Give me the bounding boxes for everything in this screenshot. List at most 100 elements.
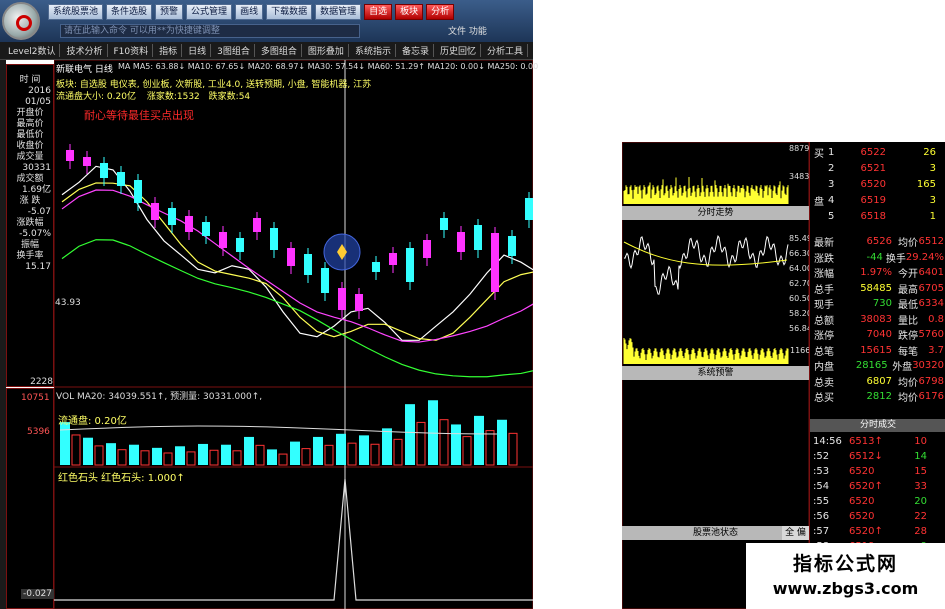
toolbar-button-5[interactable]: 下载数据 bbox=[266, 4, 313, 20]
toolbar-red-button-2[interactable]: 分析 bbox=[426, 4, 455, 20]
stat-key2: 最低 bbox=[898, 300, 918, 311]
volume-bar-red bbox=[347, 442, 357, 466]
candle-body bbox=[474, 225, 482, 250]
stat-key2: 今开 bbox=[898, 269, 918, 280]
volume-bar-red bbox=[462, 436, 472, 466]
side-label-0: 开盘价 bbox=[16, 108, 44, 118]
side-value-7: -5.07% bbox=[19, 229, 51, 239]
buy-row[interactable]: 3 6520 165 bbox=[814, 177, 944, 192]
tick-qty: 28 bbox=[914, 526, 927, 537]
stat-key: 涨幅 bbox=[814, 269, 834, 280]
tick-price: 6513↑ bbox=[849, 436, 883, 447]
stat-row: 总手 58485 最高 6705 bbox=[814, 281, 944, 296]
status-toggle[interactable]: 全 偏 bbox=[782, 526, 809, 540]
subbar-item-5[interactable]: 3图组合 bbox=[213, 44, 255, 57]
volume-bar-red bbox=[370, 443, 380, 466]
stat-value: 2812 bbox=[866, 391, 892, 402]
volume-bar bbox=[497, 419, 507, 465]
candle-body bbox=[83, 157, 91, 166]
side-value-6: -5.07 bbox=[27, 207, 51, 217]
indicator-line bbox=[54, 478, 533, 601]
subbar-item-10[interactable]: 历史回忆 bbox=[436, 44, 481, 57]
stat-row: 内盘 28165 外盘 30320 bbox=[814, 358, 944, 373]
menu-file-func[interactable]: 文件 功能 bbox=[448, 24, 487, 37]
stat-value: 15615 bbox=[860, 344, 892, 356]
toolbar-button-6[interactable]: 数据管理 bbox=[315, 4, 362, 20]
subbar-item-11[interactable]: 分析工具 bbox=[483, 44, 528, 57]
stat-key2: 每笔 bbox=[898, 346, 918, 358]
date-day: 01/05 bbox=[25, 97, 51, 107]
volume-bar-red bbox=[71, 434, 81, 466]
stat-key: 总笔 bbox=[814, 346, 834, 358]
analysis-toolbar: Level2数认 技术分析 F10资料 指标 日线 3图组合 多图组合 图形叠加 系统指示 备忘录… bbox=[0, 42, 533, 60]
stat-value2: 6334 bbox=[918, 298, 944, 309]
candle-body bbox=[202, 222, 210, 236]
time-label: 时 间 bbox=[19, 75, 41, 85]
subbar-item-8[interactable]: 系统指示 bbox=[351, 44, 396, 57]
candle-body bbox=[304, 254, 312, 275]
volume-axis-panel: 10751 5396 -0.027 bbox=[6, 388, 55, 609]
intraday-trend-tab[interactable]: 分时走势 bbox=[622, 206, 809, 220]
buy-row[interactable]: 5 6518 1 bbox=[814, 209, 944, 224]
stat-key2: 均价 bbox=[898, 238, 918, 249]
buy-row[interactable]: 买 1 6522 26 bbox=[814, 145, 944, 160]
command-input[interactable]: 请在此输入命令 可以用**为快捷键调整 bbox=[60, 24, 360, 38]
side-label-3: 收盘价 bbox=[16, 141, 44, 151]
buy-qty: 3 bbox=[929, 163, 936, 174]
subbar-item-2[interactable]: F10资料 bbox=[110, 44, 154, 57]
buy-price: 6522 bbox=[860, 147, 886, 158]
subbar-item-7[interactable]: 图形叠加 bbox=[304, 44, 349, 57]
stat-row: 涨跌 -44 换手 29.24% bbox=[814, 250, 944, 265]
kline-chart-area[interactable]: 新联电气 日线 MA MA5: 63.88↓ MA10: 67.65↓ MA20… bbox=[53, 59, 584, 609]
stat-row: 总笔 15615 每笔 3.7 bbox=[814, 343, 944, 358]
toolbar-button-4[interactable]: 画线 bbox=[235, 4, 264, 20]
subbar-item-12[interactable]: 闪 bbox=[530, 44, 533, 57]
candle-body bbox=[355, 294, 363, 311]
toolbar-button-1[interactable]: 条件选股 bbox=[106, 4, 153, 20]
side-label-9: 换手率 bbox=[16, 251, 44, 261]
candle-body bbox=[100, 163, 108, 178]
buy-row[interactable]: 盘 4 6519 3 bbox=[814, 193, 944, 208]
subbar-item-4[interactable]: 日线 bbox=[184, 44, 212, 57]
toolbar-button-0[interactable]: 系统股票池 bbox=[48, 4, 104, 20]
subbar-item-1[interactable]: 技术分析 bbox=[62, 44, 108, 57]
volume-bar bbox=[60, 422, 70, 465]
subbar-item-9[interactable]: 备忘录 bbox=[398, 44, 434, 57]
buy-row[interactable]: 2 6521 3 bbox=[814, 161, 944, 176]
volume-bar bbox=[152, 447, 162, 465]
indicator-bottom-value: -0.027 bbox=[21, 589, 55, 599]
stat-value2: 5760 bbox=[918, 329, 944, 340]
subbar-item-0[interactable]: Level2数认 bbox=[4, 44, 61, 57]
stat-value2: 6798 bbox=[918, 375, 944, 387]
vol-axis-b: 5396 bbox=[27, 427, 50, 437]
volume-bar-red bbox=[416, 421, 426, 466]
volume-bar bbox=[313, 436, 323, 465]
candle-body bbox=[372, 262, 380, 272]
stat-row: 最新 6526 均价 6512 bbox=[814, 234, 944, 249]
subbar-item-3[interactable]: 指标 bbox=[155, 44, 183, 57]
tick-title[interactable]: 分时成交 bbox=[810, 419, 945, 432]
volume-title: VOL MA20: 34039.551↑, 预测量: 30331.000↑, bbox=[56, 392, 263, 402]
toolbar-button-3[interactable]: 公式管理 bbox=[186, 4, 233, 20]
float-size-info: 流通盘大小: 0.20亿 涨家数:1532 跌家数:54 bbox=[56, 89, 250, 102]
toolbar-red-button-1[interactable]: 板块 bbox=[395, 4, 424, 20]
toolbar-button-2[interactable]: 预警 bbox=[155, 4, 184, 20]
buy-label: 买 bbox=[814, 149, 824, 160]
buy-qty: 165 bbox=[916, 179, 936, 190]
stat-value: 7040 bbox=[866, 329, 892, 340]
volume-bar bbox=[221, 444, 231, 465]
ma60-line bbox=[61, 239, 539, 378]
candle-body bbox=[423, 240, 431, 258]
mini-axis-bottom: 1166 bbox=[790, 346, 811, 355]
toolbar-red-button-0[interactable]: 自选 bbox=[364, 4, 393, 20]
subbar-item-6[interactable]: 多图组合 bbox=[257, 44, 302, 57]
stock-title: 新联电气 日线 bbox=[56, 65, 113, 75]
system-alert-tab[interactable]: 系统预警 bbox=[622, 366, 809, 380]
stat-value2: 6401 bbox=[918, 267, 944, 278]
stat-value: 6807 bbox=[866, 375, 892, 387]
tick-row: 14:56 6513↑ 10 bbox=[813, 434, 943, 449]
side-label-7: 涨跌幅 bbox=[16, 218, 44, 228]
candle-body bbox=[338, 288, 346, 310]
pool-status-tab[interactable]: 股票池状态 bbox=[622, 526, 809, 540]
stat-value2: 3.7 bbox=[928, 344, 944, 356]
